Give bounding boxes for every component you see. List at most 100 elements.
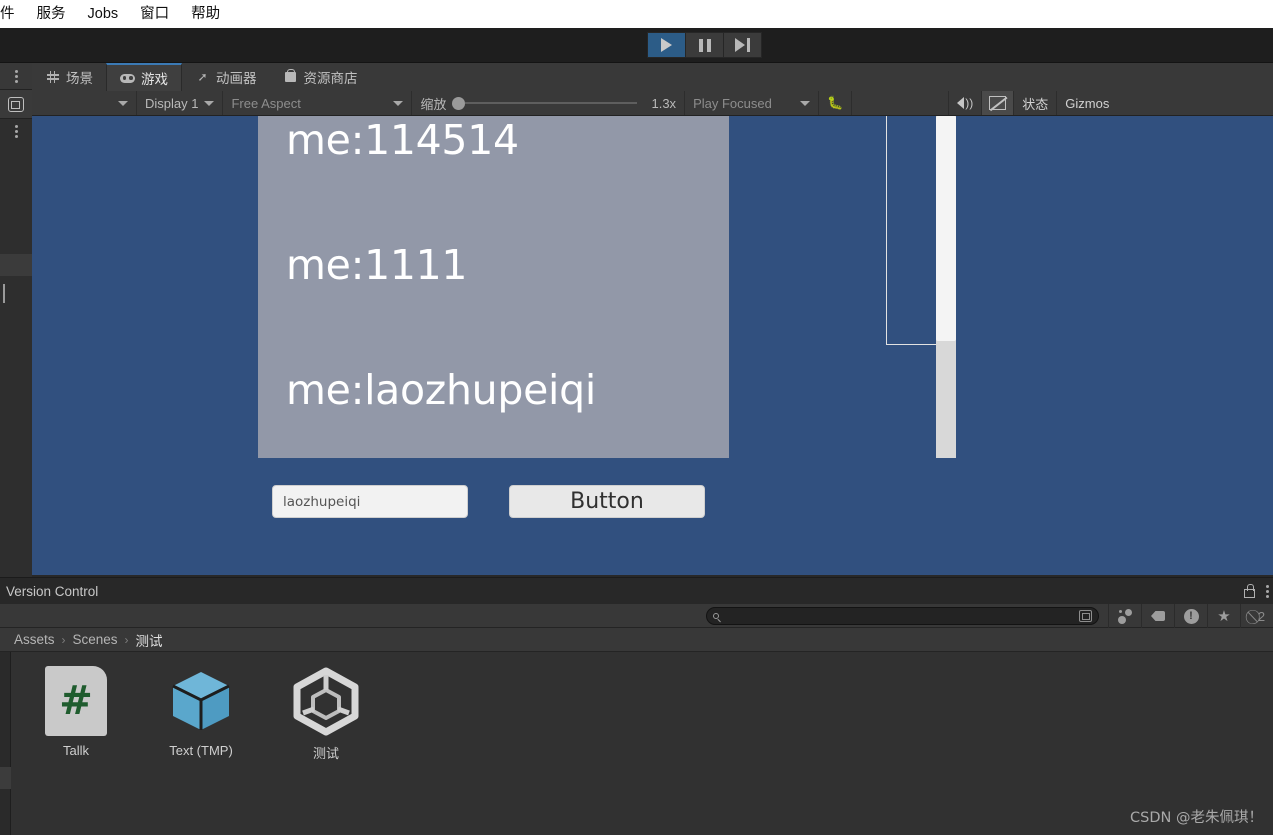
project-search-toolbar: ! ★ ⃠ 2 (0, 604, 1273, 628)
version-control-header-actions (1244, 583, 1273, 598)
mute-audio-button[interactable]: )) (949, 91, 983, 115)
menu-item-jobs[interactable]: Jobs (77, 0, 130, 28)
hidden-items-button[interactable]: ⃠ 2 (1240, 604, 1273, 628)
asset-label: Text (TMP) (169, 743, 233, 758)
menu-item-window[interactable]: 窗口 (129, 0, 180, 28)
menu-item-help[interactable]: 帮助 (180, 0, 231, 28)
step-button[interactable] (723, 32, 762, 58)
project-asset-browser[interactable]: # Tallk Text (TMP) 测试 (0, 652, 1273, 835)
project-filter-buttons: ! ★ ⃠ 2 (1108, 604, 1273, 628)
playmode-transport-controls (647, 32, 762, 58)
kebab-icon[interactable] (1266, 584, 1269, 598)
asset-label: Tallk (62, 743, 89, 758)
label-filter-button[interactable] (1141, 604, 1174, 628)
hidden-count: 2 (1257, 608, 1266, 624)
rail-spacer-top (0, 144, 32, 254)
hierarchy-filter-button[interactable] (1108, 604, 1141, 628)
grid-icon (45, 70, 60, 85)
asset-item-tallk[interactable]: # Tallk (28, 666, 124, 762)
game-toolbar-spacer (852, 91, 950, 115)
warning-filter-button[interactable]: ! (1174, 604, 1207, 628)
debug-toggle-button[interactable]: 🐛 (819, 91, 853, 115)
sliver-selected-row[interactable] (0, 767, 11, 789)
search-expand-icon[interactable] (1079, 610, 1092, 622)
tab-game-label: 游戏 (141, 72, 168, 87)
breadcrumb-separator: › (61, 632, 66, 647)
game-view-toolbar: Display 1 Free Aspect 缩放 1.3x Play Focus… (32, 91, 1273, 116)
stats-icon (989, 96, 1007, 110)
breadcrumb-item-current[interactable]: 测试 (136, 630, 163, 650)
game-view-menu-dropdown[interactable] (32, 91, 137, 115)
speaker-icon: )) (957, 97, 973, 109)
project-left-sliver-panel[interactable] (0, 652, 11, 835)
chat-scrollbar-handle[interactable] (936, 116, 956, 341)
tab-game[interactable]: 游戏 (106, 63, 182, 91)
tab-scene-label: 场景 (66, 71, 93, 86)
watermark: CSDN @老朱佩琪！ (1130, 810, 1263, 826)
send-button[interactable]: Button (509, 485, 705, 518)
play-mode-label: Play Focused (693, 95, 772, 111)
warning-filter-icon: ! (1183, 608, 1199, 624)
version-control-title: Version Control (6, 583, 99, 599)
favorites-button[interactable]: ★ (1207, 604, 1240, 628)
tab-animator[interactable]: ➚ 动画器 (182, 63, 270, 91)
step-icon (735, 38, 750, 52)
aspect-dropdown[interactable]: Free Aspect (223, 91, 413, 115)
play-mode-dropdown[interactable]: Play Focused (685, 91, 820, 115)
gizmos-button[interactable]: Gizmos (1057, 91, 1117, 115)
hierarchy-filter-icon (1117, 609, 1133, 624)
rail-spacer-bottom (0, 312, 32, 597)
chevron-down-icon (118, 100, 128, 106)
star-icon: ★ (1217, 607, 1231, 625)
prefab-icon (166, 666, 236, 736)
unity-scene-icon (291, 666, 361, 736)
rail-overflow-menu[interactable] (0, 63, 32, 90)
display-dropdown-label: Display 1 (145, 95, 199, 111)
display-dropdown[interactable]: Display 1 (137, 91, 224, 115)
menu-item-file[interactable]: 件 (0, 0, 26, 28)
kebab-icon (14, 125, 18, 138)
rail-selected-row[interactable] (0, 254, 32, 276)
tab-scene[interactable]: 场景 (32, 63, 106, 91)
maximize-panel-button[interactable] (0, 90, 32, 119)
editor-main-toolbar (0, 28, 1273, 63)
game-view-render-area[interactable]: me:114514 me:1111 me:laozhupeiqi laozhup… (32, 116, 1273, 575)
breadcrumb-separator: › (124, 632, 129, 647)
zoom-slider-knob[interactable] (452, 96, 466, 110)
tab-asset-store-label: 资源商店 (303, 71, 358, 86)
csharp-script-icon: # (45, 666, 107, 736)
zoom-slider[interactable] (452, 96, 638, 110)
breadcrumb-item-assets[interactable]: Assets (14, 632, 55, 647)
play-button[interactable] (647, 32, 686, 58)
chat-input-field[interactable]: laozhupeiqi (272, 485, 468, 518)
stats-button[interactable]: 状态 (1014, 91, 1058, 115)
chevron-down-icon (800, 100, 811, 106)
store-icon (283, 68, 298, 85)
menu-item-services[interactable]: 服务 (26, 0, 77, 28)
rail-overflow-menu-secondary[interactable] (0, 119, 32, 144)
pause-button[interactable] (685, 32, 724, 58)
tab-asset-store[interactable]: 资源商店 (269, 63, 371, 91)
left-dock-rail (0, 63, 32, 597)
animator-icon: ➚ (197, 70, 208, 84)
zoom-value: 1.3x (651, 95, 677, 111)
asset-grid: # Tallk Text (TMP) 测试 (0, 652, 1273, 762)
tab-animator-label: 动画器 (216, 71, 257, 86)
label-filter-icon (1151, 611, 1165, 621)
search-icon (713, 613, 719, 619)
asset-item-test-scene[interactable]: 测试 (278, 666, 374, 762)
kebab-icon (14, 69, 18, 83)
zoom-slider-group[interactable]: 缩放 1.3x (412, 91, 686, 115)
chat-scroll-panel[interactable]: me:114514 me:1111 me:laozhupeiqi (258, 116, 956, 458)
breadcrumb: Assets › Scenes › 测试 (0, 628, 1273, 652)
stats-graph-button[interactable] (982, 91, 1015, 115)
play-icon (661, 38, 672, 52)
chat-message: me:1111 (286, 241, 468, 289)
chat-vertical-scrollbar[interactable] (936, 116, 956, 458)
zoom-slider-track[interactable] (465, 102, 638, 104)
chevron-down-icon (393, 100, 404, 106)
breadcrumb-item-scenes[interactable]: Scenes (73, 632, 118, 647)
search-input[interactable] (706, 607, 1099, 625)
asset-item-text-tmp[interactable]: Text (TMP) (153, 666, 249, 762)
lock-icon[interactable] (1244, 583, 1255, 598)
